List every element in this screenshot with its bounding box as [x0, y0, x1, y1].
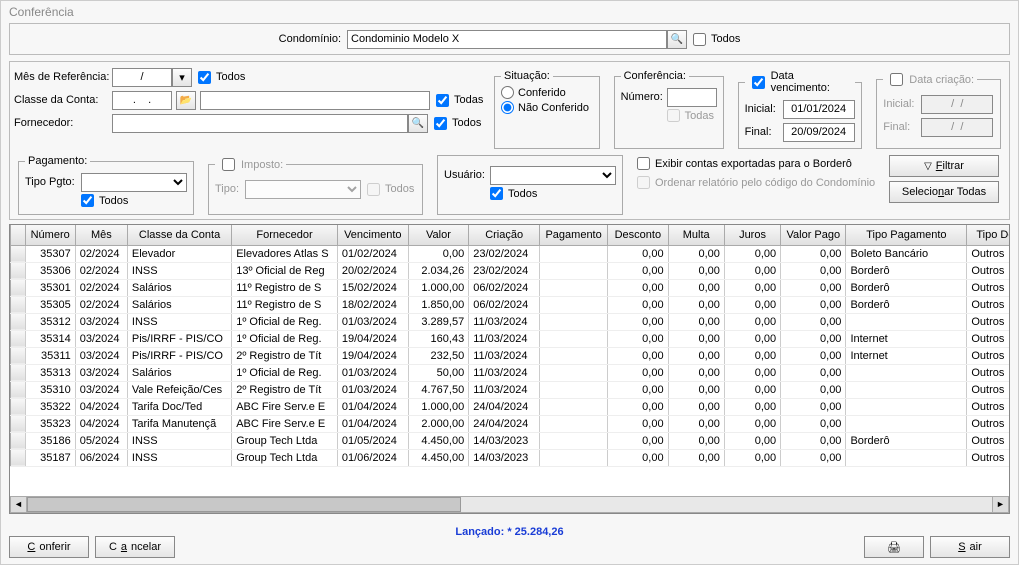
opts-block: Exibir contas exportadas para o Borderô … — [633, 151, 883, 215]
table-row[interactable]: 3530102/2024Salários11º Registro de S15/… — [11, 279, 1010, 296]
dv-ini-input[interactable] — [783, 100, 855, 119]
window-title: Conferência — [1, 1, 1018, 23]
classe-desc-input[interactable] — [200, 91, 430, 110]
scroll-thumb[interactable] — [27, 497, 461, 512]
col-header[interactable]: Fornecedor — [232, 225, 338, 245]
dc-fin-input — [921, 118, 993, 137]
cancelar-button[interactable]: Cancelar — [95, 536, 175, 558]
filter-panel: Mês de Referência: ▾ Todos Classe da Con… — [9, 61, 1010, 220]
mes-todos-check[interactable]: Todos — [198, 71, 245, 84]
col-header[interactable]: Juros — [724, 225, 780, 245]
search-condominio-icon[interactable] — [667, 30, 687, 49]
imp-todos-check: Todos — [367, 183, 414, 196]
usuario-select[interactable] — [490, 166, 616, 185]
table-row[interactable]: 3518706/2024INSSGroup Tech Ltda01/06/202… — [11, 449, 1010, 466]
datavenc-group: Data vencimento: Inicial: Final: — [738, 70, 863, 149]
col-header[interactable]: Valor — [408, 225, 468, 245]
imposto-group: Imposto: Tipo: Todos — [208, 155, 423, 215]
col-header[interactable]: Mês — [75, 225, 127, 245]
condominio-bar: Condomínio: Todos — [9, 23, 1010, 55]
col-header[interactable]: Classe da Conta — [127, 225, 231, 245]
imposto-legend-check[interactable]: Imposto: — [215, 155, 286, 174]
pagamento-group: Pagamento: Tipo Pgto: Todos — [18, 155, 194, 215]
pagto-todos-check[interactable]: Todos — [81, 194, 128, 207]
dv-ini-label: Inicial: — [745, 103, 783, 115]
condominio-input[interactable] — [347, 30, 667, 49]
table-row[interactable]: 3530602/2024INSS13º Oficial de Reg20/02/… — [11, 262, 1010, 279]
col-header[interactable]: Tipo Doc — [967, 225, 1009, 245]
classe-input[interactable] — [112, 91, 172, 110]
classe-todas-check[interactable]: Todas — [436, 94, 483, 107]
col-header[interactable]: Multa — [668, 225, 724, 245]
fornecedor-input[interactable] — [112, 114, 408, 133]
table-row[interactable]: 3531103/2024Pis/IRRF - PIS/CO2º Registro… — [11, 347, 1010, 364]
table-row[interactable]: 3530702/2024ElevadorElevadores Atlas S01… — [11, 245, 1010, 262]
dc-ini-label: Inicial: — [883, 98, 921, 110]
classe-label: Classe da Conta: — [14, 94, 112, 106]
radio-nao-conferido[interactable]: Não Conferido — [501, 101, 593, 114]
datacri-legend-check[interactable]: Data criação: — [883, 70, 977, 89]
bottom-bar: Conferir Cancelar Sair — [9, 536, 1010, 558]
condominio-label: Condomínio: — [279, 33, 347, 45]
grid-area: NúmeroMêsClasse da ContaFornecedorVencim… — [9, 224, 1010, 514]
usuario-group: Usuário: Todos — [437, 155, 623, 215]
table-row[interactable]: 3532304/2024Tarifa ManutençãABC Fire Ser… — [11, 415, 1010, 432]
print-icon — [887, 541, 901, 554]
dv-fin-label: Final: — [745, 126, 783, 138]
dc-ini-input — [921, 95, 993, 114]
table-row[interactable]: 3531303/2024Salários1º Oficial de Reg.01… — [11, 364, 1010, 381]
exibir-bordero-check[interactable]: Exibir contas exportadas para o Borderô — [637, 157, 879, 170]
col-header[interactable]: Valor Pago — [781, 225, 846, 245]
h-scrollbar[interactable]: ◄ ► — [10, 496, 1009, 513]
filtrar-rest: iltrar — [943, 160, 964, 172]
imp-tipo-label: Tipo: — [215, 183, 245, 195]
print-button[interactable] — [864, 536, 924, 558]
folder-icon[interactable] — [176, 91, 196, 110]
situacao-group: Situação: Conferido Não Conferido — [494, 70, 600, 149]
scroll-left-icon[interactable]: ◄ — [10, 496, 27, 513]
conf-numero-label: Número: — [621, 91, 667, 103]
datacri-group: Data criação: Inicial: Final: — [876, 70, 1001, 149]
usuario-label: Usuário: — [444, 169, 490, 181]
table-row[interactable]: 3531403/2024Pis/IRRF - PIS/CO1º Oficial … — [11, 330, 1010, 347]
scroll-right-icon[interactable]: ► — [992, 496, 1009, 513]
selecionar-todas-button[interactable]: Selecionar Todas — [889, 181, 999, 203]
table-row[interactable]: 3530502/2024Salários11º Registro de S18/… — [11, 296, 1010, 313]
datavenc-legend-check[interactable]: Data vencimento: — [745, 70, 856, 94]
pagto-select[interactable] — [81, 173, 187, 192]
table-row[interactable]: 3518605/2024INSSGroup Tech Ltda01/05/202… — [11, 432, 1010, 449]
mes-ref-stepper[interactable]: ▾ — [172, 68, 192, 87]
col-header[interactable]: Desconto — [608, 225, 668, 245]
conferencia-group: Conferência: Número: Todas — [614, 70, 724, 149]
todos-condominio-check[interactable]: Todos — [693, 33, 740, 46]
mes-ref-label: Mês de Referência: — [14, 71, 112, 83]
funnel-icon — [924, 160, 932, 172]
fornecedor-search-icon[interactable] — [408, 114, 428, 133]
pagto-tipo-label: Tipo Pgto: — [25, 176, 81, 188]
sair-button[interactable]: Sair — [930, 536, 1010, 558]
table-row[interactable]: 3531003/2024Vale Refeição/Ces2º Registro… — [11, 381, 1010, 398]
radio-conferido[interactable]: Conferido — [501, 86, 593, 99]
col-header[interactable]: Pagamento — [540, 225, 608, 245]
data-grid[interactable]: NúmeroMêsClasse da ContaFornecedorVencim… — [10, 225, 1009, 467]
col-header[interactable]: Tipo Pagamento — [846, 225, 967, 245]
conferir-button[interactable]: Conferir — [9, 536, 89, 558]
col-header[interactable]: Número — [25, 225, 75, 245]
dc-fin-label: Final: — [883, 121, 921, 133]
col-header[interactable]: Vencimento — [337, 225, 408, 245]
conf-todas-check: Todas — [667, 109, 714, 122]
mes-ref-input[interactable] — [112, 68, 172, 87]
table-row[interactable]: 3532204/2024Tarifa Doc/TedABC Fire Serv.… — [11, 398, 1010, 415]
ordenar-cod-check: Ordenar relatório pelo código do Condomí… — [637, 176, 879, 189]
conf-numero-input[interactable] — [667, 88, 717, 107]
main-window: Conferência Condomínio: Todos Mês de Ref… — [0, 0, 1019, 565]
dv-fin-input[interactable] — [783, 123, 855, 142]
fornecedor-todos-check[interactable]: Todos — [434, 117, 481, 130]
col-header[interactable]: Criação — [469, 225, 540, 245]
filtrar-button[interactable]: Filtrar — [889, 155, 999, 177]
fornecedor-label: Fornecedor: — [14, 117, 112, 129]
usuario-todos-check[interactable]: Todos — [490, 187, 537, 200]
imposto-select — [245, 180, 361, 199]
table-row[interactable]: 3531203/2024INSS1º Oficial de Reg.01/03/… — [11, 313, 1010, 330]
